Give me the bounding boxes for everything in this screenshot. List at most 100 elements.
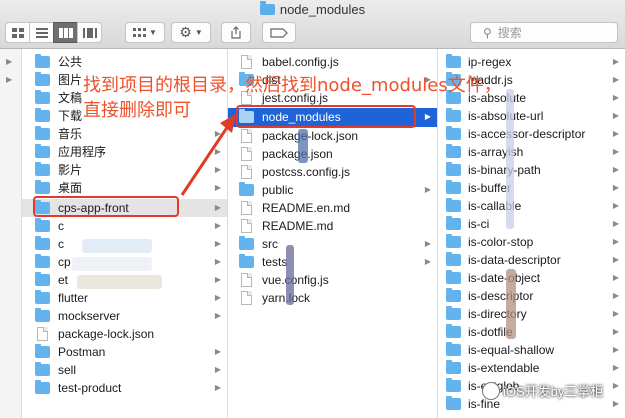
- list-item[interactable]: is-color-stop ▶: [438, 233, 625, 251]
- group-icon: [133, 27, 147, 37]
- annotation-line-1: 找到项目的根目录，然后找到node_modules文件，: [83, 75, 502, 96]
- list-item[interactable]: public ▶: [228, 181, 437, 199]
- list-item[interactable]: src ▶: [228, 235, 437, 253]
- chevron-right-icon: ▶: [424, 257, 431, 266]
- folder-icon: [35, 272, 50, 286]
- folder-icon: [35, 254, 50, 268]
- list-item[interactable]: c ▶: [22, 217, 227, 235]
- folder-icon: [35, 90, 50, 104]
- icon-view-button[interactable]: [5, 22, 30, 43]
- window-title-text: node_modules: [279, 2, 366, 17]
- list-item[interactable]: tests ▶: [228, 253, 437, 271]
- item-label: tests: [262, 255, 288, 269]
- folder-icon: [446, 234, 461, 248]
- folder-icon: [446, 126, 461, 140]
- search-icon: ⚲: [483, 25, 492, 40]
- search-input[interactable]: [495, 24, 600, 41]
- chevron-right-icon: ▶: [214, 311, 221, 320]
- tags-button[interactable]: [262, 22, 296, 43]
- list-item[interactable]: babel.config.js: [228, 53, 437, 71]
- list-item[interactable]: flutter ▶: [22, 289, 227, 307]
- list-item[interactable]: README.md: [228, 217, 437, 235]
- action-button[interactable]: ⚙ ▼: [171, 22, 211, 43]
- item-label: is-accessor-descriptor: [468, 127, 586, 141]
- list-item[interactable]: is-descriptor ▶: [438, 287, 625, 305]
- list-item[interactable]: mockserver ▶: [22, 307, 227, 325]
- sidebar-strip: ▶ ▶: [0, 49, 22, 418]
- item-label: README.md: [262, 219, 334, 233]
- list-item[interactable]: vue.config.js: [228, 271, 437, 289]
- group-button[interactable]: ▼: [125, 22, 165, 43]
- item-label: c: [58, 219, 64, 233]
- list-item[interactable]: README.en.md: [228, 199, 437, 217]
- item-label: is-color-stop: [468, 235, 534, 249]
- item-label: test-product: [58, 381, 122, 395]
- item-label: babel.config.js: [262, 55, 339, 69]
- column-view-button[interactable]: [53, 22, 78, 43]
- folder-icon: [446, 162, 461, 176]
- list-view-button[interactable]: [29, 22, 54, 43]
- chevron-right-icon: ▶: [612, 147, 619, 156]
- folder-icon: [446, 270, 461, 284]
- item-label: postcss.config.js: [262, 165, 351, 179]
- list-item[interactable]: package-lock.json: [22, 325, 227, 343]
- columns-icon: [58, 27, 73, 38]
- list-item[interactable]: is-directory ▶: [438, 305, 625, 323]
- list-item[interactable]: is-equal-shallow ▶: [438, 341, 625, 359]
- gallery-view-button[interactable]: [77, 22, 102, 43]
- pointer-arrow: [180, 114, 236, 196]
- list-item[interactable]: is-arrayish ▶: [438, 143, 625, 161]
- item-label: is-buffer: [468, 181, 512, 195]
- folder-icon: [446, 198, 461, 212]
- chevron-right-icon: ▶: [612, 237, 619, 246]
- item-label: ip-regex: [468, 55, 512, 69]
- folder-icon: [35, 162, 50, 176]
- list-item[interactable]: is-buffer ▶: [438, 179, 625, 197]
- list-item[interactable]: package-lock.json: [228, 127, 437, 145]
- folder-icon: [446, 378, 461, 392]
- item-label: vue.config.js: [262, 273, 329, 287]
- list-item[interactable]: yarn.lock: [228, 289, 437, 307]
- item-label: c: [58, 237, 64, 251]
- list-item[interactable]: is-binary-path ▶: [438, 161, 625, 179]
- chevron-right-icon: ▶: [214, 239, 221, 248]
- list-item[interactable]: is-dotfile ▶: [438, 323, 625, 341]
- folder-icon: [259, 1, 275, 15]
- list-item[interactable]: is-extendable ▶: [438, 359, 625, 377]
- item-label: 影片: [58, 163, 83, 177]
- item-label: 图片: [58, 73, 83, 87]
- share-button[interactable]: [221, 22, 251, 43]
- chevron-right-icon: ▶: [214, 221, 221, 230]
- list-item[interactable]: 公共: [22, 53, 227, 71]
- gear-icon: ⚙: [179, 24, 192, 40]
- list-item[interactable]: Postman ▶: [22, 343, 227, 361]
- list-item[interactable]: is-callable ▶: [438, 197, 625, 215]
- chevron-right-icon: ▶: [612, 183, 619, 192]
- chevron-right-icon: ▶: [612, 57, 619, 66]
- chevron-right-icon: ▶: [612, 165, 619, 174]
- list-item[interactable]: postcss.config.js: [228, 163, 437, 181]
- list-item[interactable]: test-product ▶: [22, 379, 227, 397]
- folder-icon: [35, 380, 50, 394]
- folder-icon: [446, 360, 461, 374]
- view-buttons: [5, 22, 102, 43]
- list-item[interactable]: is-accessor-descriptor ▶: [438, 125, 625, 143]
- folder-icon: [35, 218, 50, 232]
- item-label: is-descriptor: [468, 289, 534, 303]
- chevron-right-icon: ▶: [612, 327, 619, 336]
- gallery-icon: [82, 27, 97, 38]
- chevron-right-icon: ▶: [6, 57, 13, 66]
- item-label: package-lock.json: [262, 129, 359, 143]
- folder-icon: [446, 342, 461, 356]
- list-item[interactable]: is-date-object ▶: [438, 269, 625, 287]
- list-item[interactable]: ip-regex ▶: [438, 53, 625, 71]
- list-item[interactable]: package.json: [228, 145, 437, 163]
- chevron-right-icon: ▶: [214, 293, 221, 302]
- list-item[interactable]: sell ▶: [22, 361, 227, 379]
- file-icon: [241, 291, 252, 305]
- list-item[interactable]: is-data-descriptor ▶: [438, 251, 625, 269]
- list-item[interactable]: is-ci ▶: [438, 215, 625, 233]
- folder-icon: [35, 308, 50, 322]
- chevron-right-icon: ▶: [612, 255, 619, 264]
- search-field[interactable]: ⚲: [470, 22, 618, 43]
